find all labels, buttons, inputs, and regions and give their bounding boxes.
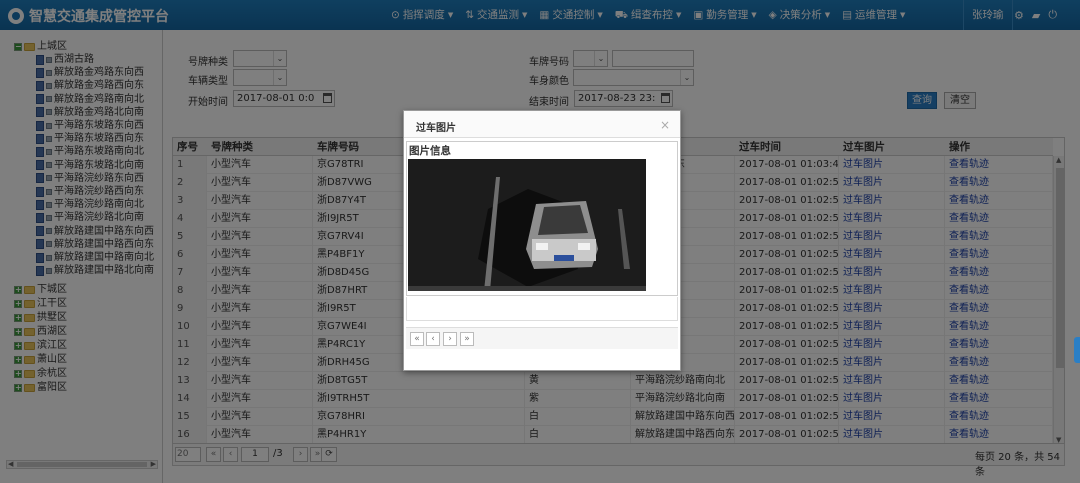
prev-image-button[interactable]: ‹ (426, 332, 440, 346)
close-icon[interactable]: × (660, 118, 670, 132)
image-info-panel: 图片信息 (406, 141, 678, 296)
panel-title: 图片信息 (409, 145, 451, 157)
next-image-button[interactable]: › (443, 332, 457, 346)
dialog-pager: « ‹ › » (406, 327, 678, 349)
vehicle-photo-image (408, 159, 646, 291)
side-drawer-tab[interactable] (1074, 337, 1080, 363)
dialog-titlebar[interactable]: 过车图片 × (404, 111, 680, 138)
vehicle-image-dialog: 过车图片 × 图片信息 « ‹ › » (403, 110, 681, 371)
first-image-button[interactable]: « (410, 332, 424, 346)
vehicle-photo (408, 159, 646, 291)
last-image-button[interactable]: » (460, 332, 474, 346)
dialog-title: 过车图片 (416, 123, 456, 134)
image-detail-area (406, 297, 678, 321)
